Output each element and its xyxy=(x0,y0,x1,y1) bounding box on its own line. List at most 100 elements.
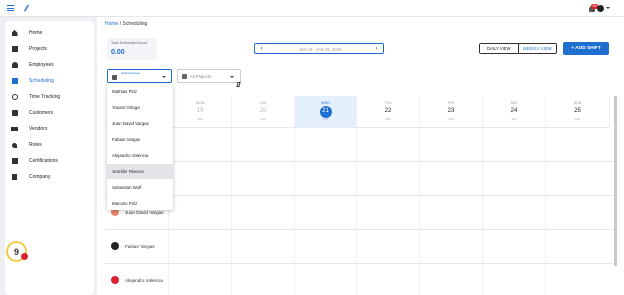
shift-cell[interactable] xyxy=(483,128,546,161)
sidebar-item-label: Customers xyxy=(29,110,54,116)
day-date: 20 xyxy=(259,108,267,114)
total-hours-title: Total Scheduled Hours xyxy=(111,41,148,45)
app-logo[interactable]: ⫽ xyxy=(24,4,28,14)
day-name: MON xyxy=(195,101,205,105)
dropdown-option[interactable]: Mathias Piriz xyxy=(107,84,173,99)
day-header-tue: TUE 20 JAN xyxy=(232,96,295,128)
sidebar-item-customers[interactable]: Customers xyxy=(5,107,94,119)
employee-filter-select[interactable]: All Employees xyxy=(107,69,172,83)
shift-cell[interactable] xyxy=(295,230,357,263)
dropdown-option[interactable]: Marcelo Piriz xyxy=(107,196,173,211)
table-row xyxy=(105,162,616,196)
shift-cell[interactable] xyxy=(295,264,357,295)
add-shift-button[interactable]: + ADD SHIFT xyxy=(563,42,609,55)
shift-cell[interactable] xyxy=(483,162,546,195)
sidebar-item-vendors[interactable]: Vendors xyxy=(5,123,94,135)
shift-cell[interactable] xyxy=(420,128,483,161)
shift-cell[interactable] xyxy=(169,128,232,161)
sidebar-item-time-tracking[interactable]: Time Tracking xyxy=(5,91,94,103)
breadcrumb-separator: / xyxy=(119,21,122,27)
shift-cell[interactable] xyxy=(295,128,357,161)
prev-week-button[interactable]: ‹ xyxy=(258,46,265,52)
calendar-icon xyxy=(11,78,18,85)
key-icon xyxy=(11,142,18,149)
notification-bell-icon[interactable]: 99 xyxy=(588,4,598,13)
shift-cell[interactable] xyxy=(357,162,420,195)
shift-cell[interactable] xyxy=(420,264,483,295)
shift-cell[interactable] xyxy=(357,264,420,295)
sidebar-item-label: Employees xyxy=(29,62,54,68)
day-month: JAN xyxy=(322,117,329,121)
day-month: JAN xyxy=(260,117,266,121)
shift-cell[interactable] xyxy=(232,196,295,229)
shift-cell[interactable] xyxy=(357,230,420,263)
chevron-down-icon[interactable] xyxy=(606,7,610,9)
sidebar-item-home[interactable]: Home xyxy=(5,27,94,39)
chevron-down-icon xyxy=(162,76,166,78)
shift-cell[interactable] xyxy=(483,264,546,295)
sidebar-item-scheduling[interactable]: Scheduling xyxy=(5,75,94,87)
shift-cell[interactable] xyxy=(232,128,295,161)
shift-cell[interactable] xyxy=(420,230,483,263)
shift-cell[interactable] xyxy=(357,128,420,161)
menu-icon[interactable] xyxy=(7,5,14,11)
next-week-button[interactable]: › xyxy=(373,46,380,52)
breadcrumb-home-link[interactable]: Home xyxy=(105,21,118,27)
folder-icon xyxy=(182,74,187,79)
dropdown-option[interactable]: Sebastian Wolf xyxy=(107,180,173,195)
shift-cell[interactable] xyxy=(295,196,357,229)
sidebar-item-label: Projects xyxy=(29,46,48,52)
date-range-label[interactable]: JAN 19 - JAN 25, 2026 xyxy=(273,47,367,52)
dropdown-option[interactable]: Jennifer Riveros xyxy=(107,164,173,179)
briefcase-icon xyxy=(11,110,18,117)
weekly-view-button[interactable]: WEEKLY VIEW xyxy=(519,44,557,53)
shift-cell[interactable] xyxy=(483,196,546,229)
building-icon xyxy=(11,174,18,181)
top-bar: ⫽ 99 xyxy=(0,0,624,17)
sidebar-item-label: Certifications xyxy=(29,158,58,164)
chevron-down-icon xyxy=(230,76,234,78)
employee-dropdown-list: Mathias Piriz Yovani Ortega Juan David V… xyxy=(107,84,173,210)
dropdown-option[interactable]: Juan David Vargas xyxy=(107,116,173,131)
shift-cell[interactable] xyxy=(420,196,483,229)
vertical-scrollbar[interactable] xyxy=(614,96,617,266)
dropdown-option[interactable]: Fabian Vargas xyxy=(107,132,173,147)
shift-cell[interactable] xyxy=(357,196,420,229)
sidebar-item-label: Roles xyxy=(29,142,42,148)
day-date: 21 xyxy=(322,108,329,114)
shift-cell[interactable] xyxy=(169,264,232,295)
shift-cell[interactable] xyxy=(232,162,295,195)
day-date: 19 xyxy=(196,108,204,114)
shift-cell[interactable] xyxy=(169,162,232,195)
day-name: WED xyxy=(321,101,330,105)
clock-icon xyxy=(11,94,18,101)
sidebar-item-label: Vendors xyxy=(29,126,48,132)
employee-filter-label: All Employees xyxy=(121,71,141,75)
shift-cell[interactable] xyxy=(295,162,357,195)
sidebar-item-projects[interactable]: Projects xyxy=(5,43,94,55)
dropdown-option[interactable]: Alejandro Valencia xyxy=(107,148,173,163)
daily-view-button[interactable]: DAILY VIEW xyxy=(480,44,519,53)
table-row: Fabian Vargas xyxy=(105,230,616,264)
sidebar-item-label: Home xyxy=(29,30,43,36)
sidebar-item-roles[interactable]: Roles xyxy=(5,139,94,151)
sidebar-item-employees[interactable]: Employees xyxy=(5,59,94,71)
sidebar-item-company[interactable]: Company xyxy=(5,171,94,183)
day-name: SAT xyxy=(510,101,518,105)
shift-cell[interactable] xyxy=(483,230,546,263)
day-header-sun: SUN 25 JAN xyxy=(546,96,610,128)
person-icon xyxy=(112,75,117,80)
sidebar-item-certifications[interactable]: Certifications xyxy=(5,155,94,167)
dropdown-option[interactable]: Yovani Ortega xyxy=(107,100,173,115)
shift-cell[interactable] xyxy=(420,162,483,195)
shift-cell[interactable] xyxy=(232,264,295,295)
shift-cell[interactable] xyxy=(232,230,295,263)
grid-icon xyxy=(11,46,18,53)
project-filter-select[interactable]: All Projects xyxy=(177,69,241,83)
shift-cell[interactable] xyxy=(169,196,232,229)
user-avatar[interactable] xyxy=(597,5,604,12)
shift-cell[interactable] xyxy=(169,230,232,263)
day-name: TUE xyxy=(259,101,267,105)
table-row: Juan David Vargas xyxy=(105,196,616,230)
day-date: 24 xyxy=(510,108,518,114)
